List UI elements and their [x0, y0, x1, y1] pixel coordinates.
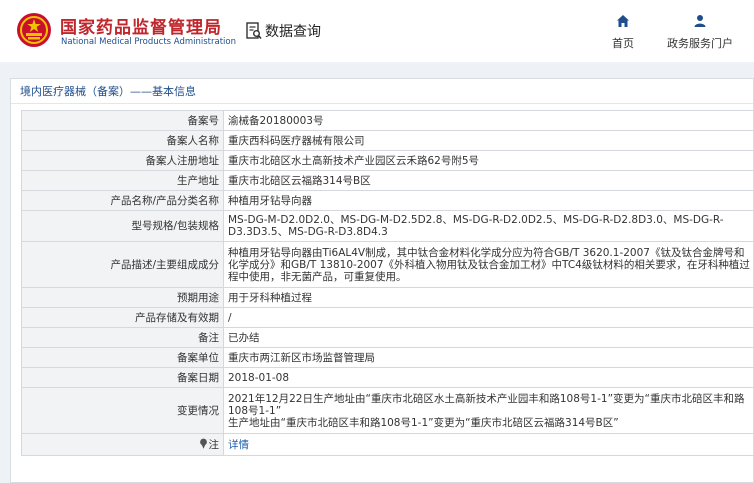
national-emblem-logo	[17, 13, 51, 47]
data-query-link[interactable]: 数据查询	[246, 20, 321, 42]
field-label: 备案人名称	[21, 130, 224, 151]
panel-divider	[11, 103, 753, 104]
user-icon	[694, 15, 706, 27]
field-label: 预期用途	[21, 287, 224, 308]
detail-panel: 境内医疗器械（备案）——基本信息 备案号 渝械备20180003号 备案人名称 …	[10, 78, 754, 483]
content-area: 境内医疗器械（备案）——基本信息 备案号 渝械备20180003号 备案人名称 …	[0, 62, 754, 483]
field-label: 变更情况	[21, 387, 224, 434]
field-label: 产品描述/主要组成成分	[21, 241, 224, 288]
table-row: 型号规格/包装规格 MS-DG-M-D2.0D2.0、MS-DG-M-D2.5D…	[21, 210, 754, 242]
table-row: 备案单位 重庆市两江新区市场监督管理局	[21, 347, 754, 368]
field-value: 已办结	[223, 327, 754, 348]
nav-gov-service[interactable]: 政务服务门户	[660, 14, 740, 51]
field-value: 重庆西科码医疗器械有限公司	[223, 130, 754, 151]
pin-icon	[199, 438, 207, 449]
table-row: 产品存储及有效期 /	[21, 307, 754, 328]
details-link[interactable]: 详情	[228, 439, 249, 451]
field-value: 重庆市两江新区市场监督管理局	[223, 347, 754, 368]
field-value: 种植用牙钻导向器	[223, 190, 754, 211]
field-label: 备案日期	[21, 367, 224, 388]
note-label-cell: 注	[21, 433, 224, 456]
field-value: MS-DG-M-D2.0D2.0、MS-DG-M-D2.5D2.8、MS-DG-…	[223, 210, 754, 242]
field-label: 备注	[21, 327, 224, 348]
table-row: 备案人注册地址 重庆市北碚区水土高新技术产业园区云禾路62号附5号	[21, 150, 754, 171]
field-label: 产品名称/产品分类名称	[21, 190, 224, 211]
details-cell: 详情	[223, 433, 754, 456]
table-row: 生产地址 重庆市北碚区云福路314号B区	[21, 170, 754, 191]
field-value: 2018-01-08	[223, 367, 754, 388]
table-row: 产品描述/主要组成成分 种植用牙钻导向器由Ti6AL4V制成，其中钛合金材料化学…	[21, 241, 754, 288]
table-row: 备案日期 2018-01-08	[21, 367, 754, 388]
field-value: 重庆市北碚区云福路314号B区	[223, 170, 754, 191]
field-label: 型号规格/包装规格	[21, 210, 224, 242]
table-row: 备案人名称 重庆西科码医疗器械有限公司	[21, 130, 754, 151]
field-value: 2021年12月22日生产地址由“重庆市北碚区水土高新技术产业园丰和路108号1…	[223, 387, 754, 434]
site-header: 国家药品监督管理局 National Medical Products Admi…	[0, 0, 754, 62]
field-value: 渝械备20180003号	[223, 110, 754, 131]
field-label: 备案单位	[21, 347, 224, 368]
field-label: 备案人注册地址	[21, 150, 224, 171]
brand-title-en: National Medical Products Administration	[61, 37, 236, 47]
nav-home[interactable]: 首页	[604, 14, 642, 51]
field-value: 重庆市北碚区水土高新技术产业园区云禾路62号附5号	[223, 150, 754, 171]
field-label: 生产地址	[21, 170, 224, 191]
table-row: 备注 已办结	[21, 327, 754, 348]
table-row: 产品名称/产品分类名称 种植用牙钻导向器	[21, 190, 754, 211]
record-table: 备案号 渝械备20180003号 备案人名称 重庆西科码医疗器械有限公司 备案人…	[21, 110, 754, 456]
brand-title-cn: 国家药品监督管理局	[60, 18, 222, 38]
home-icon	[617, 15, 629, 27]
field-value: 种植用牙钻导向器由Ti6AL4V制成，其中钛合金材料化学成分应为符合GB/T 3…	[223, 241, 754, 288]
field-value: 用于牙科种植过程	[223, 287, 754, 308]
table-row: 注 详情	[21, 433, 754, 456]
field-label: 备案号	[21, 110, 224, 131]
nav-gov-service-label: 政务服务门户	[667, 37, 733, 50]
table-row: 备案号 渝械备20180003号	[21, 110, 754, 131]
field-label: 注	[208, 439, 220, 451]
document-search-icon	[246, 22, 262, 40]
field-value: /	[223, 307, 754, 328]
data-query-label: 数据查询	[265, 24, 321, 40]
breadcrumb: 境内医疗器械（备案）——基本信息	[20, 85, 196, 98]
field-label: 产品存储及有效期	[21, 307, 224, 328]
table-row: 变更情况 2021年12月22日生产地址由“重庆市北碚区水土高新技术产业园丰和路…	[21, 387, 754, 434]
table-row: 预期用途 用于牙科种植过程	[21, 287, 754, 308]
nav-home-label: 首页	[612, 37, 634, 50]
